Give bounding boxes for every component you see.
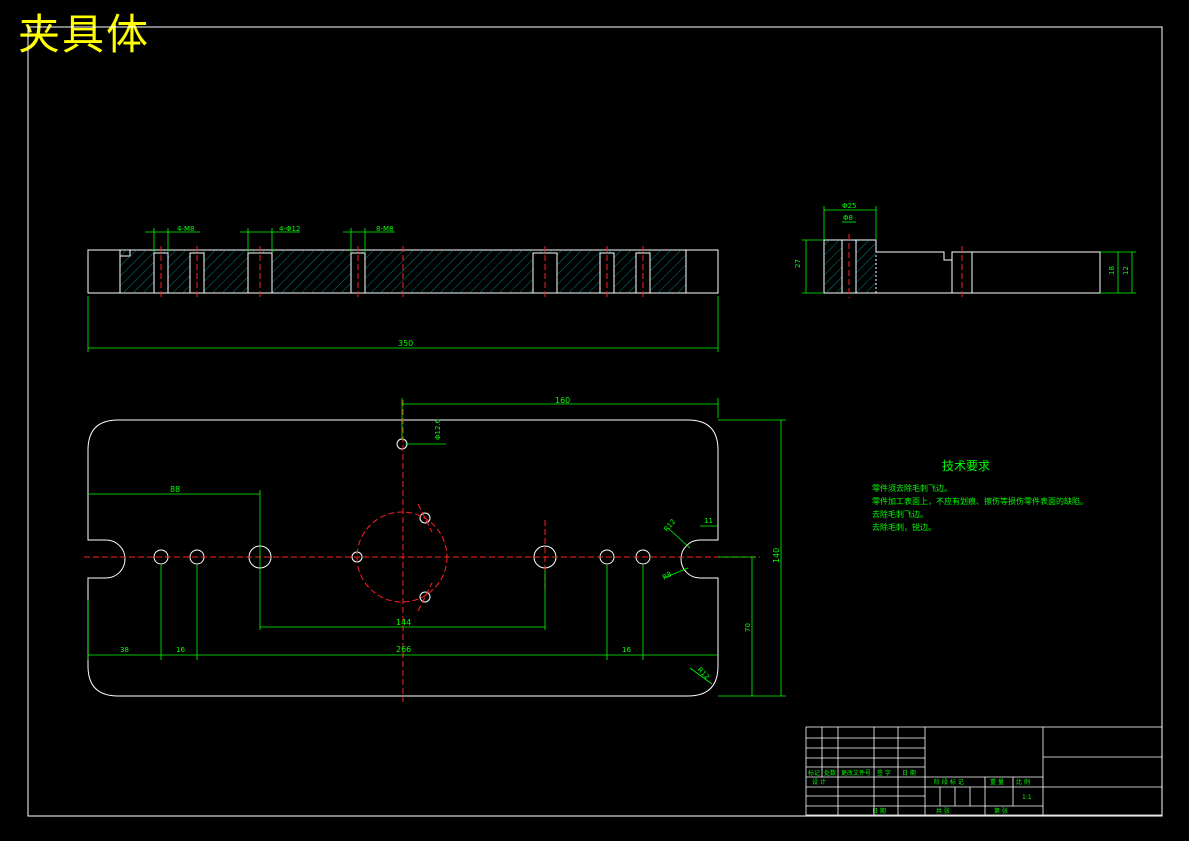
dim-plan-slot-r: R12: [662, 518, 677, 534]
sheet-border: [27, 26, 1163, 817]
front-section-view: 4-M8 4-Φ12 8-M8 350: [87, 225, 719, 352]
dim-front-holes-left: 4-M8: [177, 225, 194, 233]
tech-line-2: 零件加工表面上，不应有划痕、擦伤等损伤零件表面的缺陷。: [872, 497, 1088, 506]
technical-requirements: 技术要求 零件须去除毛刺飞边。 零件加工表面上，不应有划痕、擦伤等损伤零件表面的…: [872, 457, 1088, 534]
plan-view: 160 Φ12.6 88 144 38 16 266 16 11 R12 R8 …: [84, 396, 786, 702]
dim-side-left: 27: [794, 259, 802, 268]
dim-front-overall: 350: [398, 339, 413, 348]
tb-design: 设 计: [812, 778, 826, 786]
cad-drawing: 4-M8 4-Φ12 8-M8 350 Φ25 Φ8 27 18 12 160 …: [27, 26, 1163, 817]
dim-side-inner: Φ8: [843, 214, 853, 222]
tech-line-1: 零件须去除毛刺飞边。: [872, 484, 952, 493]
dim-plan-bottom-left: 38: [120, 646, 129, 654]
dim-plan-small-hole: Φ12.6: [434, 418, 442, 440]
tb-sheet-no: 第 张: [994, 807, 1008, 815]
tb-label-file: 更改文件号: [841, 769, 871, 777]
dim-plan-bottom-16a: 16: [176, 646, 185, 654]
dim-plan-bore: 144: [396, 618, 411, 627]
side-section-view: Φ25 Φ8 27 18 12: [794, 202, 1136, 298]
dim-side-outer: Φ25: [842, 202, 856, 210]
tb-stage: 阶 段 标 记: [934, 778, 964, 786]
dim-plan-corner-r: R12: [696, 666, 711, 681]
dim-plan-top: 160: [555, 396, 570, 405]
tb-scale: 1:1: [1022, 794, 1032, 801]
tech-line-3: 去除毛刺飞边。: [872, 510, 928, 519]
dim-plan-height-half: 70: [744, 623, 752, 632]
dim-plan-height-full: 140: [772, 548, 781, 563]
tb-label-date: 日 期: [902, 769, 916, 777]
dim-front-holes-right: 8-M8: [376, 225, 393, 233]
tb-label-sign: 签 字: [877, 769, 891, 777]
dim-side-right-2: 12: [1122, 266, 1130, 275]
tb-weight: 重 量: [990, 778, 1004, 786]
tb-total-sheets: 共 张: [936, 807, 950, 815]
dim-plan-left: 88: [170, 485, 180, 494]
dim-front-holes-mid: 4-Φ12: [279, 225, 300, 233]
tb-label-mark: 标记: [808, 769, 820, 777]
dim-plan-slot-r2: R8: [661, 570, 673, 582]
tb-approve: 日 期: [872, 807, 886, 815]
dim-side-right-1: 18: [1108, 266, 1116, 275]
tech-line-4: 去除毛刺，锐边。: [872, 523, 936, 532]
tb-label-count: 处数: [824, 769, 836, 777]
dim-plan-bottom-16b: 16: [622, 646, 631, 654]
tech-heading: 技术要求: [942, 459, 991, 473]
dim-plan-bottom-mid: 266: [396, 645, 411, 654]
tb-scale-label: 比 例: [1016, 778, 1030, 786]
dim-plan-right: 11: [704, 517, 713, 525]
